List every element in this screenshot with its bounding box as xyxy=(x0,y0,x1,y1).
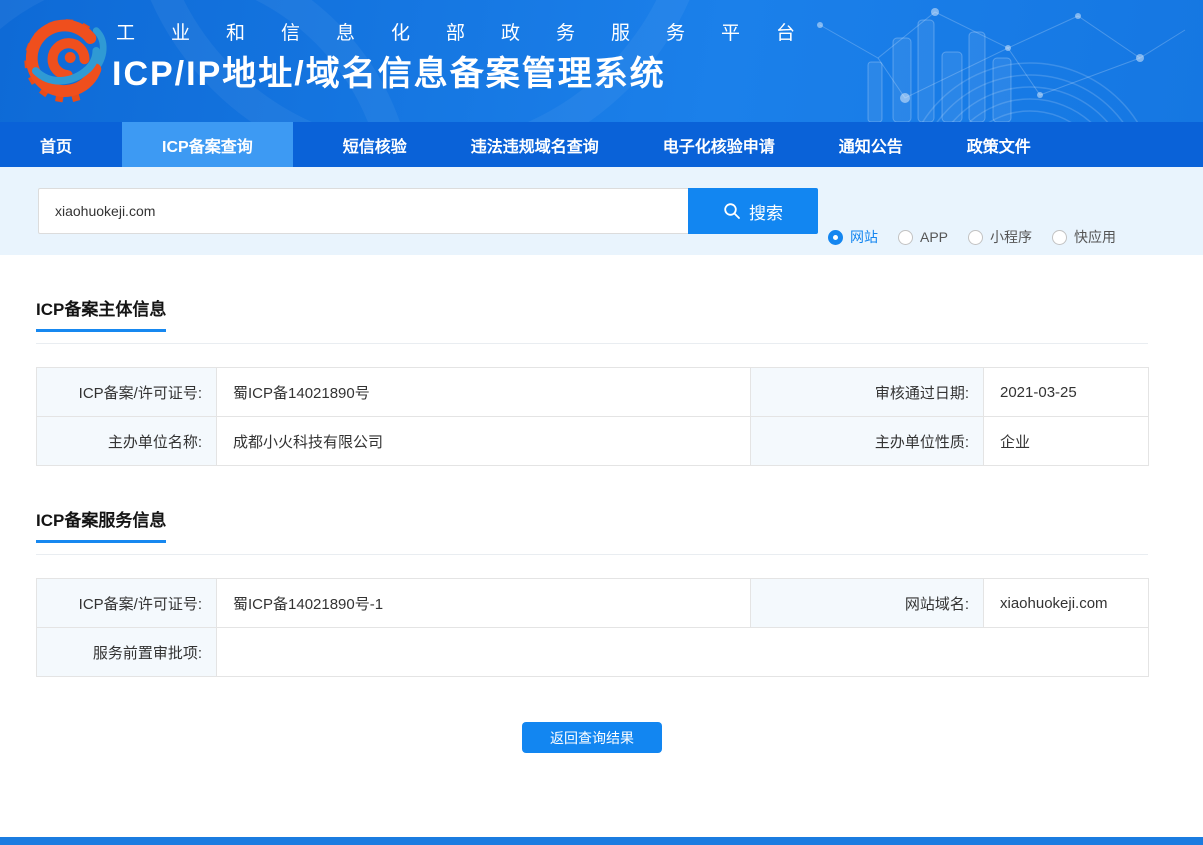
organizer-name-label: 主办单位名称: xyxy=(37,417,217,466)
radio-label-app: APP xyxy=(920,229,948,245)
organizer-name-value: 成都小火科技有限公司 xyxy=(217,417,751,466)
subject-section-title: ICP备案主体信息 xyxy=(36,295,166,332)
subject-license-value: 蜀ICP备14021890号 xyxy=(217,368,751,417)
nav-item-notices[interactable]: 通知公告 xyxy=(825,122,917,167)
subject-info-table: ICP备案/许可证号: 蜀ICP备14021890号 审核通过日期: 2021-… xyxy=(36,367,1149,466)
main-content: ICP备案主体信息 ICP备案/许可证号: 蜀ICP备14021890号 审核通… xyxy=(36,295,1148,753)
service-section-header: ICP备案服务信息 xyxy=(36,506,1148,555)
nav-item-sms-verify[interactable]: 短信核验 xyxy=(329,122,421,167)
radio-option-website[interactable]: 网站 xyxy=(828,227,878,247)
search-type-radio-group: 网站 APP 小程序 快应用 xyxy=(828,227,1116,247)
service-info-table: ICP备案/许可证号: 蜀ICP备14021890号-1 网站域名: xiaoh… xyxy=(36,578,1149,677)
subject-license-label: ICP备案/许可证号: xyxy=(37,368,217,417)
search-section: 搜索 网站 APP 小程序 快应用 xyxy=(0,167,1203,255)
radio-label-quickapp: 快应用 xyxy=(1074,227,1116,247)
service-license-label: ICP备案/许可证号: xyxy=(37,579,217,628)
back-to-results-button[interactable]: 返回查询结果 xyxy=(522,722,662,753)
subject-approve-date-value: 2021-03-25 xyxy=(984,368,1149,417)
nav-item-e-verify-apply[interactable]: 电子化核验申请 xyxy=(649,122,789,167)
search-button[interactable]: 搜索 xyxy=(688,188,818,234)
ministry-platform-title: 工业和信息化部政务服务平台 xyxy=(116,18,831,45)
organizer-nature-value: 企业 xyxy=(984,417,1149,466)
radio-option-miniprogram[interactable]: 小程序 xyxy=(968,227,1032,247)
pre-approval-label: 服务前置审批项: xyxy=(37,628,217,677)
nav-item-illegal-domain-query[interactable]: 违法违规域名查询 xyxy=(457,122,613,167)
radio-circle-quickapp xyxy=(1052,230,1067,245)
radio-circle-app xyxy=(898,230,913,245)
radio-circle-miniprogram xyxy=(968,230,983,245)
search-button-label: 搜索 xyxy=(749,199,783,224)
nav-item-icp-query[interactable]: ICP备案查询 xyxy=(122,122,293,167)
pre-approval-value xyxy=(217,628,1149,677)
table-row: 主办单位名称: 成都小火科技有限公司 主办单位性质: 企业 xyxy=(37,417,1149,466)
footer-bar xyxy=(0,837,1203,845)
nav-item-home[interactable]: 首页 xyxy=(26,122,86,167)
radio-option-quickapp[interactable]: 快应用 xyxy=(1052,227,1116,247)
table-row: 服务前置审批项: xyxy=(37,628,1149,677)
subject-approve-date-label: 审核通过日期: xyxy=(751,368,984,417)
website-domain-label: 网站域名: xyxy=(751,579,984,628)
subject-section-header: ICP备案主体信息 xyxy=(36,295,1148,344)
miit-gear-logo-icon xyxy=(24,6,108,114)
table-row: ICP备案/许可证号: 蜀ICP备14021890号-1 网站域名: xiaoh… xyxy=(37,579,1149,628)
page-header: 工业和信息化部政务服务平台 ICP/IP地址/域名信息备案管理系统 xyxy=(0,0,1203,122)
magnifier-icon xyxy=(723,202,741,220)
nav-item-policy-files[interactable]: 政策文件 xyxy=(953,122,1045,167)
table-row: ICP备案/许可证号: 蜀ICP备14021890号 审核通过日期: 2021-… xyxy=(37,368,1149,417)
service-license-value: 蜀ICP备14021890号-1 xyxy=(217,579,751,628)
main-nav: 首页 ICP备案查询 短信核验 违法违规域名查询 电子化核验申请 通知公告 政策… xyxy=(0,122,1203,167)
radio-label-website: 网站 xyxy=(850,227,878,247)
website-domain-value: xiaohuokeji.com xyxy=(984,579,1149,628)
radio-circle-website xyxy=(828,230,843,245)
radio-option-app[interactable]: APP xyxy=(898,229,948,245)
system-title: ICP/IP地址/域名信息备案管理系统 xyxy=(112,46,666,95)
search-input[interactable] xyxy=(38,188,688,234)
radio-label-miniprogram: 小程序 xyxy=(990,227,1032,247)
service-section-title: ICP备案服务信息 xyxy=(36,506,166,543)
organizer-nature-label: 主办单位性质: xyxy=(751,417,984,466)
